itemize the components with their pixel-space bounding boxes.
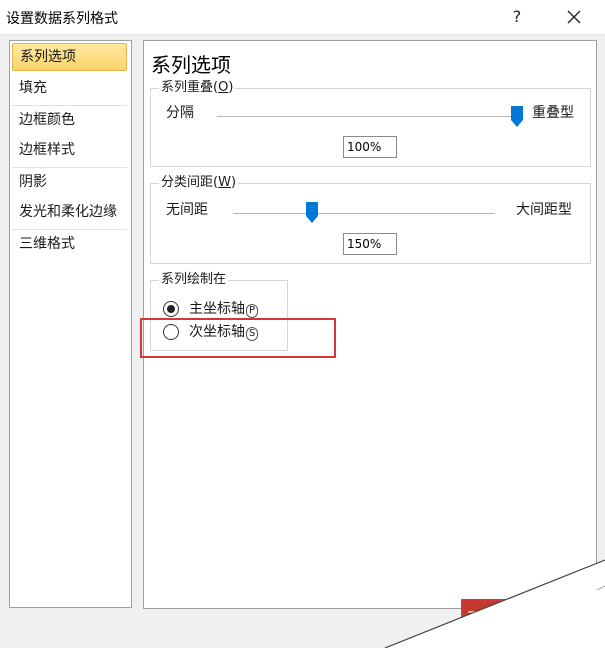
page-fold-overlay xyxy=(384,559,605,648)
format-series-dialog: 设置数据系列格式 ? 系列选项 填充 边框颜色 边框样式 阴影 发光和柔化边缘 xyxy=(0,0,605,648)
